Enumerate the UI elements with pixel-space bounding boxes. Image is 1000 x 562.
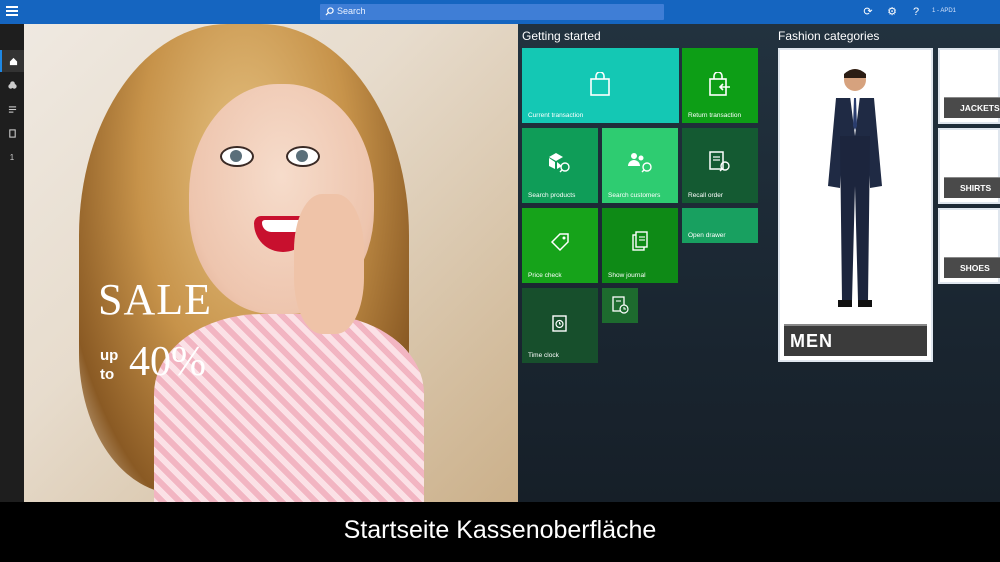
tile-current-transaction[interactable]: Current transaction (522, 48, 679, 123)
category-shoes[interactable]: SHOES (938, 208, 1000, 284)
upto-text: up to (100, 346, 118, 384)
tile-label: Open drawer (688, 232, 726, 239)
tile-recall-order[interactable]: Recall order (682, 128, 758, 203)
category-label-bar: SHOES (944, 257, 1000, 278)
tile-label: Search products (528, 192, 576, 199)
home-icon[interactable] (0, 50, 24, 72)
category-label-bar: MEN (784, 324, 927, 356)
top-bar: Search ⟳ ⚙ ? 1 - APD1 (0, 0, 1000, 24)
products-icon[interactable] (0, 74, 24, 96)
tile-open-drawer[interactable]: Open drawer (682, 208, 758, 243)
tile-label: Recall order (688, 192, 724, 199)
tile-price-check[interactable]: Price check (522, 208, 598, 283)
customer-search-icon (628, 153, 652, 173)
search-placeholder: Search (337, 6, 366, 16)
search-icon (325, 7, 334, 16)
tile-time-clock[interactable]: Time clock (522, 288, 598, 363)
caption-text: Startseite Kassenoberfläche (343, 516, 657, 544)
category-label: SHIRTS (960, 183, 992, 193)
tile-history[interactable] (602, 288, 638, 323)
tile-label: Show journal (608, 272, 646, 279)
to-text: to (100, 366, 115, 383)
return-bag-icon (709, 72, 730, 96)
category-label: MEN (790, 331, 833, 351)
settings-icon[interactable]: ⚙ (885, 5, 899, 19)
tile-label: Price check (528, 272, 562, 279)
menu-icon[interactable] (6, 6, 18, 16)
category-label: JACKETS (960, 103, 1000, 113)
category-shirts[interactable]: SHIRTS (938, 128, 1000, 204)
man-in-suit-image (828, 69, 882, 307)
fashion-categories-title: Fashion categories (778, 29, 880, 43)
time-clock-icon (552, 315, 567, 332)
transaction-icon[interactable] (0, 122, 24, 144)
price-tag-icon (550, 233, 569, 252)
list-icon[interactable] (0, 98, 24, 120)
content-area: Getting started Current transaction Retu… (518, 24, 1000, 502)
promo-banner: SALE up to 40% (24, 24, 518, 502)
recall-order-icon (709, 151, 730, 172)
product-search-icon (549, 153, 570, 173)
hand-shape (294, 194, 364, 334)
refresh-icon[interactable]: ⟳ (861, 5, 875, 19)
sidebar-count[interactable]: 1 (0, 146, 24, 168)
category-label-bar: JACKETS (944, 97, 1000, 118)
tile-show-journal[interactable]: Show journal (602, 208, 678, 283)
up-text: up (100, 347, 119, 364)
tile-label: Current transaction (528, 112, 584, 119)
getting-started-title: Getting started (522, 29, 601, 43)
journal-icon (632, 231, 648, 251)
percent-text: 40% (129, 339, 206, 385)
history-icon (612, 296, 629, 314)
category-label: SHOES (960, 263, 990, 273)
shopping-bag-icon (590, 72, 610, 96)
category-jackets[interactable]: JACKETS (938, 48, 1000, 124)
sale-text: SALE (98, 275, 212, 324)
search-box[interactable]: Search (320, 4, 664, 20)
help-icon[interactable]: ? (909, 5, 923, 19)
category-label-bar: SHIRTS (944, 177, 1000, 198)
category-men[interactable]: MEN (778, 48, 933, 362)
sidebar: 1 (0, 24, 24, 502)
tile-search-customers[interactable]: Search customers (602, 128, 678, 203)
tile-return-transaction[interactable]: Return transaction (682, 48, 758, 123)
register-label: 1 - APD1 (932, 8, 957, 14)
tile-label: Time clock (528, 352, 559, 359)
tile-label: Search customers (608, 192, 661, 199)
tile-search-products[interactable]: Search products (522, 128, 598, 203)
caption-bar: Startseite Kassenoberfläche (0, 502, 1000, 562)
tile-label: Return transaction (688, 112, 742, 119)
right-eye (286, 146, 320, 167)
left-eye (220, 146, 254, 167)
